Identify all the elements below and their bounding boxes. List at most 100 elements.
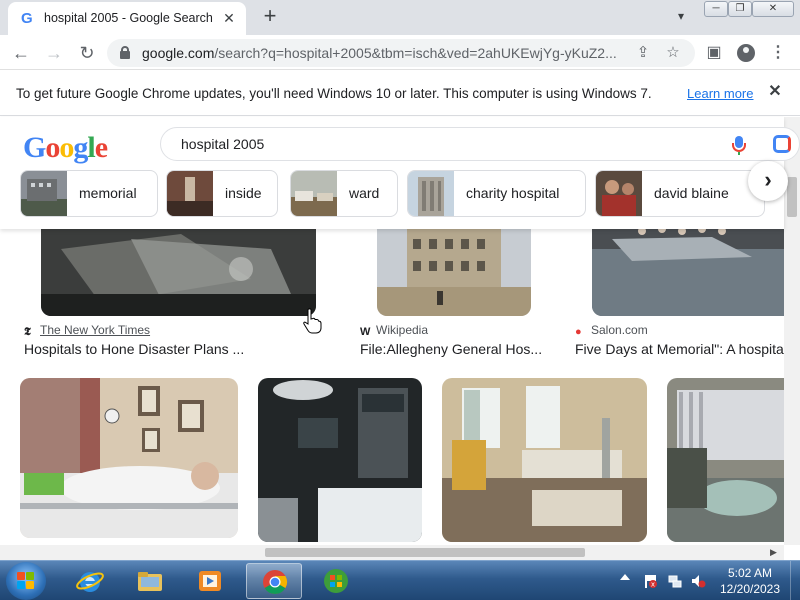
chip-thumbnail <box>408 171 454 216</box>
chip-thumbnail <box>21 171 67 216</box>
url-path: /search?q=hospital+2005&tbm=isch&ved=2ah… <box>214 45 617 61</box>
learn-more-link[interactable]: Learn more <box>687 86 753 101</box>
window-close-button[interactable]: ✕ <box>752 1 794 17</box>
image-results: 𝕿 The New York Times Hospitals to Hone Di… <box>0 229 784 545</box>
scroll-right-arrow-icon[interactable]: ▶ <box>770 547 777 558</box>
result-caption[interactable]: File:Allegheny General Hos... <box>360 341 546 357</box>
media-player-icon <box>199 571 221 591</box>
back-arrow-icon[interactable]: ← <box>9 41 33 65</box>
profile-avatar-icon[interactable] <box>734 41 758 65</box>
address-bar[interactable]: google.com/search?q=hospital+2005&tbm=is… <box>107 39 695 67</box>
result-image[interactable] <box>442 378 647 542</box>
result-caption[interactable]: Hospitals to Hone Disaster Plans ... <box>24 341 324 357</box>
google-header: Google hospital 2005 memorial inside war… <box>0 117 800 229</box>
chip-label: charity hospital <box>466 185 560 201</box>
tab-title: hospital 2005 - Google Search <box>44 11 213 25</box>
url-text[interactable]: google.com/search?q=hospital+2005&tbm=is… <box>142 45 618 61</box>
horizontal-scroll-thumb[interactable] <box>265 548 585 557</box>
chip-label: david blaine <box>654 185 729 201</box>
result-caption[interactable]: Five Days at Memorial": A hospita <box>575 341 784 357</box>
result-source[interactable]: 𝕿 The New York Times <box>24 323 150 338</box>
chip-david-blaine[interactable]: david blaine <box>595 170 765 217</box>
taskbar-chrome[interactable] <box>246 563 302 599</box>
chip-inside[interactable]: inside <box>166 170 278 217</box>
result-image-picture <box>442 378 647 542</box>
horizontal-scrollbar[interactable]: ▶ <box>0 545 784 560</box>
update-infobar: To get future Google Chrome updates, you… <box>0 71 800 116</box>
search-input[interactable]: hospital 2005 <box>160 127 800 161</box>
tab-strip: G hospital 2005 - Google Search ✕ + ▾ ─ … <box>0 0 800 35</box>
nyt-icon: 𝕿 <box>24 326 31 338</box>
vertical-scroll-thumb[interactable] <box>787 177 797 217</box>
result-image[interactable] <box>377 229 531 316</box>
chip-label: memorial <box>79 185 137 201</box>
windows-taskbar: x 5:02 AM 12/20/2023 <box>0 560 800 600</box>
result-image-picture <box>592 229 784 316</box>
action-center-flag-icon[interactable]: x <box>642 573 658 589</box>
tab-close-icon[interactable]: ✕ <box>220 9 238 27</box>
reload-icon[interactable]: ↻ <box>75 41 99 65</box>
maximize-button[interactable]: ❐ <box>728 1 752 17</box>
result-image-picture <box>258 378 422 542</box>
result-source[interactable]: ● Salon.com <box>575 323 648 338</box>
chip-thumbnail <box>291 171 337 216</box>
result-image-picture <box>41 229 316 316</box>
chrome-icon <box>263 570 288 595</box>
kebab-menu-icon[interactable]: ⋮ <box>766 41 790 65</box>
taskbar-windows-media[interactable] <box>308 563 364 599</box>
clock-date: 12/20/2023 <box>719 582 781 596</box>
tab-search-chevron-icon[interactable]: ▾ <box>672 9 690 27</box>
side-panel-icon[interactable]: ▣ <box>702 41 726 65</box>
new-tab-button[interactable]: + <box>258 5 282 29</box>
chip-label: inside <box>225 185 262 201</box>
system-clock[interactable]: 5:02 AM 12/20/2023 <box>712 565 788 597</box>
result-image[interactable] <box>258 378 422 542</box>
google-logo[interactable]: Google <box>23 131 108 165</box>
svg-text:x: x <box>651 581 655 589</box>
google-g-icon: G <box>21 10 33 27</box>
result-image[interactable] <box>592 229 784 316</box>
search-query[interactable]: hospital 2005 <box>181 136 264 152</box>
share-icon[interactable]: ⇪ <box>633 43 653 63</box>
salon-icon: ● <box>575 326 582 338</box>
result-image-picture <box>377 229 531 316</box>
infobar-message: To get future Google Chrome updates, you… <box>16 86 652 101</box>
chip-thumbnail <box>596 171 642 216</box>
microphone-icon[interactable] <box>729 134 749 156</box>
show-desktop-button[interactable] <box>790 561 800 600</box>
chips-next-chevron-icon[interactable]: › <box>748 161 788 201</box>
result-image-picture <box>667 378 784 542</box>
result-source[interactable]: W Wikipedia <box>360 323 428 338</box>
url-host: google.com <box>142 45 215 61</box>
result-image[interactable] <box>667 378 784 542</box>
show-hidden-icons-arrow-icon[interactable] <box>620 574 630 580</box>
infobar-close-icon[interactable]: ✕ <box>766 83 784 101</box>
internet-explorer-icon <box>76 572 104 592</box>
windows-orb-icon <box>324 569 348 593</box>
network-icon[interactable] <box>667 573 683 589</box>
browser-tab[interactable]: G hospital 2005 - Google Search ✕ <box>8 2 246 35</box>
chip-ward[interactable]: ward <box>290 170 398 217</box>
related-search-chips: memorial inside ward charity hospital da… <box>20 170 765 218</box>
google-lens-icon[interactable] <box>773 135 791 153</box>
chip-thumbnail <box>167 171 213 216</box>
volume-muted-icon[interactable] <box>690 573 706 589</box>
taskbar-file-explorer[interactable] <box>122 563 178 599</box>
start-button[interactable] <box>6 562 46 600</box>
result-image[interactable] <box>20 378 238 538</box>
result-image[interactable] <box>41 229 316 316</box>
windows-logo-icon <box>17 572 35 590</box>
result-image-picture <box>20 378 238 538</box>
chip-memorial[interactable]: memorial <box>20 170 158 217</box>
bookmark-star-icon[interactable]: ☆ <box>663 43 683 63</box>
folder-icon <box>138 572 162 591</box>
forward-arrow-icon[interactable]: → <box>42 41 66 65</box>
hand-cursor-icon <box>303 308 322 334</box>
taskbar-internet-explorer[interactable] <box>62 563 118 599</box>
taskbar-media-player[interactable] <box>182 563 238 599</box>
chip-charity-hospital[interactable]: charity hospital <box>407 170 586 217</box>
chip-label: ward <box>349 185 380 201</box>
minimize-button[interactable]: ─ <box>704 1 728 17</box>
lock-icon[interactable] <box>120 46 130 59</box>
clock-time: 5:02 AM <box>727 566 773 580</box>
